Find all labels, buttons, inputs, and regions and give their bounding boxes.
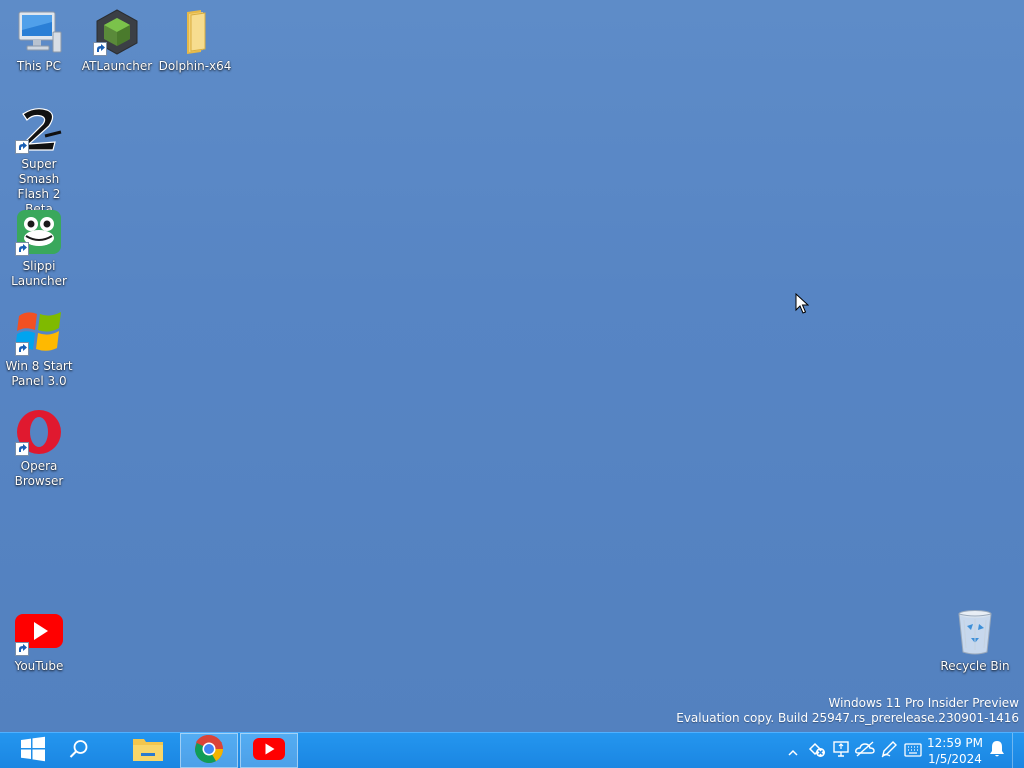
- notification-center-button[interactable]: [988, 740, 1006, 762]
- display-icon: [832, 740, 850, 762]
- show-desktop-button[interactable]: [1012, 733, 1024, 768]
- taskbar: 12:59 PM 1/5/2024: [0, 732, 1024, 768]
- recycle-bin-icon: [951, 608, 999, 656]
- tray-pen-workspace[interactable]: [880, 740, 898, 762]
- shortcut-arrow-icon: [15, 140, 29, 154]
- shortcut-arrow-icon: [15, 242, 29, 256]
- clock-date: 1/5/2024: [928, 752, 982, 766]
- network-disconnected-icon: [808, 740, 826, 762]
- windows-start-icon: [20, 736, 46, 766]
- search-button[interactable]: [62, 733, 96, 768]
- desktop-icon-dolphin-x64[interactable]: Dolphin-x64: [156, 8, 234, 74]
- file-explorer-icon: [132, 735, 164, 767]
- youtube-icon: [15, 608, 63, 656]
- taskbar-chrome[interactable]: [180, 733, 238, 768]
- shortcut-arrow-icon: [15, 442, 29, 456]
- atlauncher-icon: [93, 8, 141, 56]
- windows-flag-icon: [15, 308, 63, 356]
- tray-onedrive[interactable]: [855, 740, 875, 762]
- onedrive-icon: [855, 740, 875, 762]
- clock-time: 12:59 PM: [927, 736, 983, 750]
- desktop-icon-slippi-launcher[interactable]: Slippi Launcher: [0, 208, 78, 289]
- desktop-icon-label: Win 8 Start Panel 3.0: [5, 359, 73, 388]
- slippi-frog-icon: [15, 208, 63, 256]
- tray-touch-keyboard[interactable]: [904, 742, 922, 760]
- start-button[interactable]: [0, 733, 66, 768]
- desktop-icon-atlauncher[interactable]: ATLauncher: [78, 8, 156, 74]
- desktop-icon-youtube[interactable]: YouTube: [0, 608, 78, 674]
- desktop-icon-label: YouTube: [14, 659, 64, 673]
- watermark-edition: Windows 11 Pro Insider Preview: [828, 696, 1019, 710]
- search-icon: [69, 739, 89, 763]
- keyboard-icon: [904, 742, 922, 761]
- taskbar-youtube[interactable]: [240, 733, 298, 768]
- desktop-icon-this-pc[interactable]: This PC: [0, 8, 78, 74]
- desktop-icon-label: Opera Browser: [14, 459, 64, 488]
- pen-icon: [880, 740, 898, 762]
- taskbar-file-explorer[interactable]: [126, 733, 170, 768]
- show-hidden-icons-button[interactable]: [784, 742, 802, 760]
- chevron-up-icon: [788, 742, 798, 761]
- watermark-build: Evaluation copy. Build 25947.rs_prerelea…: [676, 711, 1019, 725]
- desktop-icon-label: ATLauncher: [81, 59, 153, 73]
- tray-network[interactable]: [808, 742, 826, 760]
- computer-icon: [15, 8, 63, 56]
- shortcut-arrow-icon: [15, 642, 29, 656]
- youtube-icon: [253, 737, 285, 765]
- desktop-icon-opera-browser[interactable]: Opera Browser: [0, 408, 78, 489]
- mouse-pointer-icon: [795, 292, 810, 319]
- desktop-icon-label: This PC: [17, 59, 61, 73]
- evaluation-watermark: Windows 11 Pro Insider Preview Evaluatio…: [676, 696, 1019, 726]
- tray-clock[interactable]: 12:59 PM 1/5/2024: [926, 735, 984, 767]
- chrome-icon: [194, 734, 224, 768]
- desktop[interactable]: This PC ATLauncher Dolphin-x64 Super Sma…: [0, 0, 1024, 732]
- shortcut-arrow-icon: [93, 42, 107, 56]
- ssf2-icon: [15, 106, 63, 154]
- folder-icon: [171, 8, 219, 56]
- shortcut-arrow-icon: [15, 342, 29, 356]
- desktop-icon-super-smash-flash-2[interactable]: Super Smash Flash 2 Beta: [0, 106, 78, 217]
- desktop-icon-label: Dolphin-x64: [158, 59, 232, 73]
- desktop-icon-win8-start-panel[interactable]: Win 8 Start Panel 3.0: [0, 308, 78, 389]
- tray-display[interactable]: [832, 740, 850, 762]
- notification-bell-icon: [989, 740, 1005, 762]
- desktop-icon-label: Recycle Bin: [940, 659, 1010, 673]
- opera-icon: [15, 408, 63, 456]
- desktop-icon-label: Slippi Launcher: [11, 259, 67, 288]
- desktop-icon-recycle-bin[interactable]: Recycle Bin: [936, 608, 1014, 674]
